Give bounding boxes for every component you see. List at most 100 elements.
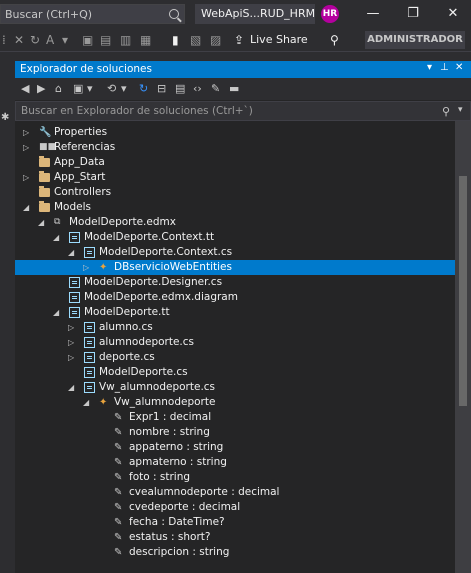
tree-item-label: alumnodeporte.cs xyxy=(99,336,195,348)
toolbar-icon[interactable]: ▨ xyxy=(210,32,221,48)
folder-icon xyxy=(39,171,50,182)
toolbar-icon[interactable]: ▤ xyxy=(100,32,111,48)
tree-item[interactable]: ◢ Vw_alumnodeporte.cs xyxy=(15,380,455,395)
tree-item[interactable]: ▷ alumnodeporte.cs xyxy=(15,335,455,350)
tree-item-label: Expr1 : decimal xyxy=(129,411,212,423)
property-icon: ✎ xyxy=(114,442,123,453)
forward-icon[interactable]: ▶ xyxy=(37,82,45,96)
back-icon[interactable]: ◀ xyxy=(21,82,29,96)
minimize-button[interactable]: — xyxy=(358,4,388,24)
left-gutter: ✱ xyxy=(0,52,12,573)
chevron-right-icon[interactable]: ▷ xyxy=(68,320,76,335)
tree-item[interactable]: ✎ appaterno : string xyxy=(15,440,455,455)
dropdown-icon[interactable]: ▾ xyxy=(121,82,127,96)
pin-icon[interactable]: ⊥ xyxy=(440,62,449,73)
tree-item[interactable]: ✎ cvedeporte : decimal xyxy=(15,500,455,515)
history-icon[interactable]: ⟲ xyxy=(107,82,116,96)
tree-item[interactable]: Controllers xyxy=(15,185,455,200)
tree-item[interactable]: ▷ App_Start xyxy=(15,170,455,185)
chevron-down-icon[interactable]: ◢ xyxy=(23,200,31,215)
file-icon xyxy=(84,382,95,393)
tree-item[interactable]: ◢ ✦ Vw_alumnodeporte xyxy=(15,395,455,410)
chevron-down-icon[interactable]: ◢ xyxy=(68,380,76,395)
folder-icon xyxy=(39,186,50,197)
switch-views-icon[interactable]: ▣ xyxy=(73,82,83,96)
property-icon: ✎ xyxy=(114,532,123,543)
chevron-down-icon[interactable]: ◢ xyxy=(68,245,76,260)
search-icon[interactable]: ⚲ xyxy=(442,105,450,118)
panel-toolbar: ◀ ▶ ⌂ ▣ ▾ ⟲ ▾ ↻ ⊟ ▤ ‹› ✎ ▬ xyxy=(15,78,471,100)
tree-item[interactable]: ◢ ModelDeporte.Context.cs xyxy=(15,245,455,260)
chevron-down-icon[interactable]: ◢ xyxy=(38,215,46,230)
tree-item[interactable]: ModelDeporte.Designer.cs xyxy=(15,275,455,290)
chevron-down-icon[interactable]: ◢ xyxy=(83,395,91,410)
bookmark-icon[interactable]: ▮ xyxy=(172,32,179,48)
property-icon: ✎ xyxy=(114,412,123,423)
tree-item-label: foto : string xyxy=(129,471,191,483)
properties-icon[interactable]: ✎ xyxy=(211,82,220,96)
tree-item-label: alumno.cs xyxy=(99,321,153,333)
dropdown-icon[interactable]: ▾ xyxy=(62,32,68,48)
tree-item[interactable]: ✎ Expr1 : decimal xyxy=(15,410,455,425)
admin-badge: ADMINISTRADOR xyxy=(365,31,465,49)
tree-item[interactable]: App_Data xyxy=(15,155,455,170)
tree-item[interactable]: ✎ estatus : short? xyxy=(15,530,455,545)
tree-item[interactable]: ✎ apmaterno : string xyxy=(15,455,455,470)
chevron-right-icon[interactable]: ▷ xyxy=(83,260,91,275)
scrollbar-thumb[interactable] xyxy=(459,176,467,406)
tree-item[interactable]: ModelDeporte.edmx.diagram xyxy=(15,290,455,305)
gear-icon[interactable]: ✱ xyxy=(1,112,9,123)
chevron-right-icon[interactable]: ▷ xyxy=(68,335,76,350)
tree-item[interactable]: ▷ deporte.cs xyxy=(15,350,455,365)
close-icon[interactable]: ✕ xyxy=(455,62,463,73)
collapse-all-icon[interactable]: ⊟ xyxy=(157,82,166,96)
tree-item[interactable]: ▷ alumno.cs xyxy=(15,320,455,335)
tree-item[interactable]: ▷ ■■ Referencias xyxy=(15,140,455,155)
view-code-icon[interactable]: ‹› xyxy=(193,82,202,96)
refresh-icon[interactable]: ↻ xyxy=(30,32,40,48)
refresh-icon[interactable]: ↻ xyxy=(139,82,148,96)
toolbar-icon[interactable]: ▥ xyxy=(120,32,131,48)
restore-button[interactable]: ❐ xyxy=(398,4,428,24)
avatar[interactable]: HR xyxy=(321,5,339,23)
format-icon[interactable]: A xyxy=(46,32,54,48)
toolbar-icon[interactable]: ▦ xyxy=(140,32,151,48)
references-icon: ■■ xyxy=(39,142,57,152)
chevron-right-icon[interactable]: ▷ xyxy=(23,170,31,185)
chevron-right-icon[interactable]: ▷ xyxy=(23,140,31,155)
tree-item[interactable]: ◢ ⧉ ModelDeporte.edmx xyxy=(15,215,455,230)
preview-icon[interactable]: ▬ xyxy=(229,82,239,96)
chevron-right-icon[interactable]: ▷ xyxy=(23,125,31,140)
dropdown-icon[interactable]: ▾ xyxy=(87,82,93,96)
close-button[interactable]: ✕ xyxy=(438,4,468,24)
toolbar-icon[interactable]: ▧ xyxy=(190,32,201,48)
home-icon[interactable]: ⌂ xyxy=(55,82,62,96)
chevron-down-icon[interactable]: ◢ xyxy=(53,230,61,245)
solution-search-input[interactable]: Buscar en Explorador de soluciones (Ctrl… xyxy=(15,101,471,121)
dropdown-icon[interactable]: ▾ xyxy=(427,62,432,73)
tree-item-label: ModelDeporte.Designer.cs xyxy=(84,276,223,288)
chevron-down-icon[interactable]: ◢ xyxy=(53,305,61,320)
tree-item[interactable]: ◢ ModelDeporte.Context.tt xyxy=(15,230,455,245)
live-share-icon[interactable]: ⇪ xyxy=(234,32,244,48)
chevron-right-icon[interactable]: ▷ xyxy=(68,350,76,365)
tree-item[interactable]: ◢ ModelDeporte.tt xyxy=(15,305,455,320)
step-icon[interactable]: ✕ xyxy=(14,32,24,48)
toolbar-icon[interactable]: ▣ xyxy=(82,32,93,48)
tree-item[interactable]: ✎ fecha : DateTime? xyxy=(15,515,455,530)
tree-item-label: apmaterno : string xyxy=(129,456,227,468)
tree-item[interactable]: ▷ ✦ DBservicioWebEntities xyxy=(15,260,455,275)
quick-launch-input[interactable]: Buscar (Ctrl+Q) xyxy=(0,4,185,24)
tree-item[interactable]: ✎ nombre : string xyxy=(15,425,455,440)
debug-icon[interactable]: ⁞ xyxy=(2,32,6,48)
tree-item[interactable]: ✎ cvealumnodeporte : decimal xyxy=(15,485,455,500)
show-all-files-icon[interactable]: ▤ xyxy=(175,82,185,96)
chevron-down-icon[interactable]: ▾ xyxy=(458,105,463,115)
tree-item[interactable]: ◢ Models xyxy=(15,200,455,215)
tree-item[interactable]: ▷ 🔧 Properties xyxy=(15,125,455,140)
tree-item[interactable]: ModelDeporte.cs xyxy=(15,365,455,380)
tree-item[interactable]: ✎ foto : string xyxy=(15,470,455,485)
live-share-button[interactable]: Live Share xyxy=(250,32,308,48)
tree-item[interactable]: ✎ descripcion : string xyxy=(15,545,455,560)
feedback-icon[interactable]: ⚲ xyxy=(330,32,339,48)
